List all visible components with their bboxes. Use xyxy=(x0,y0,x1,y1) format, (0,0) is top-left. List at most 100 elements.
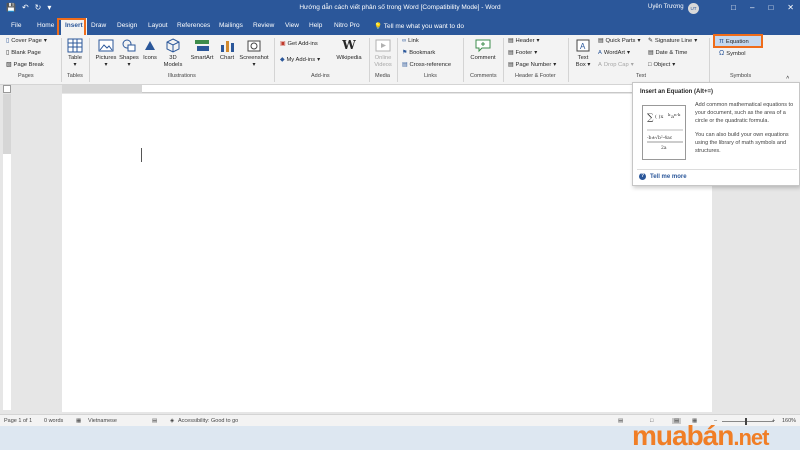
shapes-button[interactable]: Shapes ▾ xyxy=(118,38,140,69)
tab-mailings[interactable]: Mailings xyxy=(219,22,243,29)
help-icon: ? xyxy=(639,173,646,180)
tab-nitro-pro[interactable]: Nitro Pro xyxy=(334,22,360,29)
page-break-icon: ▧ xyxy=(6,62,12,68)
word-count[interactable]: 0 words xyxy=(44,418,63,424)
ruler-margin xyxy=(62,85,142,93)
tab-design[interactable]: Design xyxy=(117,22,137,29)
table-button[interactable]: Table ▾ xyxy=(64,38,86,69)
tab-draw[interactable]: Draw xyxy=(91,22,106,29)
svg-text:∑: ∑ xyxy=(647,113,654,123)
equation-button-label[interactable]: π Equation xyxy=(719,38,749,45)
tooltip-title: Insert an Equation (Alt+=) xyxy=(640,89,714,95)
document-page[interactable] xyxy=(62,94,712,412)
wikipedia-button[interactable]: W Wikipedia xyxy=(332,38,366,62)
quick-parts-button[interactable]: ▤ Quick Parts ▾ xyxy=(598,38,640,44)
drop-cap-button[interactable]: A Drop Cap ▾ xyxy=(598,62,634,68)
3d-models-button[interactable]: 3D Models xyxy=(161,38,185,69)
screenshot-icon xyxy=(246,38,262,53)
screenshot-button[interactable]: Screenshot ▾ xyxy=(238,38,270,69)
wordart-button[interactable]: A WordArt ▾ xyxy=(598,50,630,56)
blank-page-icon: ▯ xyxy=(6,50,10,56)
footer-icon: ▤ xyxy=(508,50,514,56)
zoom-level[interactable]: 160% xyxy=(782,418,796,424)
focus-mode-icon[interactable]: ▤ xyxy=(618,418,623,424)
tab-references[interactable]: References xyxy=(177,22,210,29)
online-videos-button[interactable]: Online Videos xyxy=(371,38,395,69)
cover-page-icon: ▯ xyxy=(6,38,10,44)
icons-icon xyxy=(142,38,158,53)
my-addins-button[interactable]: ◆ My Add-ins ▾ xyxy=(280,57,320,63)
separator xyxy=(61,38,62,82)
pi-icon: π xyxy=(719,38,724,45)
muaban-watermark: muabán.net xyxy=(632,420,769,450)
tell-me-more-link[interactable]: ? Tell me more xyxy=(639,173,687,180)
tell-me-search[interactable]: 💡 Tell me what you want to do xyxy=(374,22,464,30)
group-label-comments: Comments xyxy=(470,73,497,79)
tab-home[interactable]: Home xyxy=(37,22,54,29)
wikipedia-icon: W xyxy=(342,38,356,52)
blank-page-button[interactable]: ▯ Blank Page xyxy=(6,50,41,56)
svg-text:n-k: n-k xyxy=(674,112,681,117)
link-button[interactable]: ∞ Link xyxy=(402,38,419,44)
accessibility-icon[interactable]: ◈ xyxy=(170,418,174,424)
tab-file[interactable]: File xyxy=(11,22,21,29)
avatar[interactable]: UT xyxy=(688,3,699,14)
minimize-icon[interactable]: – xyxy=(750,3,754,12)
svg-text:-b±√b²-4ac: -b±√b²-4ac xyxy=(647,135,673,141)
wordart-icon: A xyxy=(598,50,602,56)
tooltip-description: Add common mathematical equations to you… xyxy=(695,102,794,154)
chart-button[interactable]: Chart xyxy=(218,38,236,62)
pictures-button[interactable]: Pictures ▾ xyxy=(94,38,118,69)
smartart-icon xyxy=(194,38,210,53)
object-button[interactable]: □ Object ▾ xyxy=(648,62,675,68)
page-number-button[interactable]: ▤ Page Number ▾ xyxy=(508,62,556,68)
macro-icon[interactable]: ▤ xyxy=(152,418,157,424)
page-break-button[interactable]: ▧ Page Break xyxy=(6,62,44,68)
group-label-links: Links xyxy=(424,73,437,79)
user-name[interactable]: Uyên Trương xyxy=(648,4,684,10)
tab-view[interactable]: View xyxy=(285,22,299,29)
zoom-in-icon[interactable]: + xyxy=(772,418,775,424)
comment-button[interactable]: Comment xyxy=(467,38,499,62)
tab-review[interactable]: Review xyxy=(253,22,274,29)
close-icon[interactable]: ✕ xyxy=(787,3,794,12)
tab-selector[interactable] xyxy=(3,85,11,93)
maximize-icon[interactable]: □ xyxy=(768,3,773,12)
separator xyxy=(463,38,464,82)
watermark-suffix: .net xyxy=(733,425,769,450)
collapse-ribbon-button[interactable]: ˄ xyxy=(786,75,789,81)
page-count[interactable]: Page 1 of 1 xyxy=(4,418,32,424)
icons-button[interactable]: Icons xyxy=(141,38,159,62)
group-label-media: Media xyxy=(375,73,390,79)
header-button[interactable]: ▤ Header ▾ xyxy=(508,38,539,44)
separator xyxy=(709,38,710,82)
table-icon xyxy=(67,38,83,53)
language-indicator[interactable]: Vietnamese xyxy=(88,418,117,424)
cover-page-button[interactable]: ▯ Cover Page ▾ xyxy=(6,38,47,44)
pictures-icon xyxy=(98,38,114,53)
smartart-button[interactable]: SmartArt xyxy=(188,38,216,62)
group-label-header-footer: Header & Footer xyxy=(515,73,556,79)
ribbon-display-options-icon[interactable]: □ xyxy=(731,3,736,12)
horizontal-ruler[interactable] xyxy=(62,85,712,93)
bookmark-button[interactable]: ⚑ Bookmark xyxy=(402,50,435,56)
symbol-button[interactable]: Ω Symbol xyxy=(719,50,746,57)
cross-reference-button[interactable]: ▤ Cross-reference xyxy=(402,62,451,68)
signature-line-button[interactable]: ✎ Signature Line ▾ xyxy=(648,38,697,44)
window-controls: □ – □ ✕ xyxy=(731,3,794,12)
3d-cube-icon xyxy=(165,38,181,53)
cross-reference-icon: ▤ xyxy=(402,62,408,68)
date-time-button[interactable]: ▤ Date & Time xyxy=(648,50,687,56)
drop-cap-icon: A xyxy=(598,62,602,68)
proofing-icon[interactable]: ▦ xyxy=(76,418,81,424)
tab-help[interactable]: Help xyxy=(309,22,322,29)
tab-layout[interactable]: Layout xyxy=(148,22,168,29)
separator xyxy=(274,38,275,82)
text-box-button[interactable]: A Text Box ▾ xyxy=(572,38,594,69)
accessibility-status[interactable]: Accessibility: Good to go xyxy=(178,418,238,424)
footer-button[interactable]: ▤ Footer ▾ xyxy=(508,50,537,56)
equation-tooltip: Insert an Equation (Alt+=) ∑ ( )x k a n-… xyxy=(632,82,800,186)
text-box-icon: A xyxy=(575,38,591,53)
equation-preview-image: ∑ ( )x k a n-k -b±√b²-4ac 2a xyxy=(642,105,686,160)
get-addins-button[interactable]: ▣ Get Add-ins xyxy=(280,41,318,47)
